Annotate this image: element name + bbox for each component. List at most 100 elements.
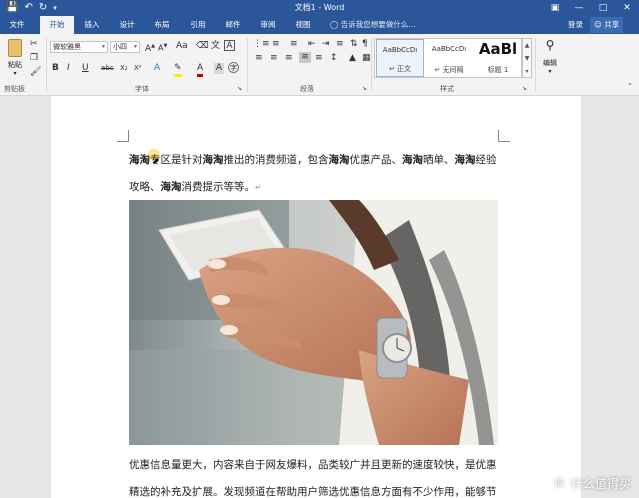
superscript-button[interactable]: X²	[134, 63, 142, 74]
paste-button[interactable]: 粘贴 ▾	[4, 37, 26, 77]
shrink-font-icon[interactable]: A▼	[158, 41, 167, 54]
more-icon[interactable]: ▾	[523, 65, 531, 78]
paste-label: 粘贴	[8, 61, 22, 69]
grow-font-icon[interactable]: A▲	[145, 41, 155, 55]
ribbon-display-icon[interactable]: ▣	[543, 0, 567, 16]
style-normal[interactable]: AaBbCcDı ↵ 正文	[376, 39, 424, 77]
style-preview: AaBbCcDı	[382, 46, 418, 54]
person-icon: ☺	[594, 20, 602, 29]
sort-icon[interactable]: ⇅	[350, 39, 358, 50]
tab-mailings[interactable]: 邮件	[219, 16, 247, 34]
divider	[535, 38, 536, 92]
phonetic-guide-icon[interactable]: 文	[211, 41, 220, 52]
numbering-icon[interactable]: ≡	[272, 39, 280, 50]
text-effects-icon[interactable]: A	[154, 63, 160, 74]
underline-button[interactable]: U	[82, 63, 89, 74]
enclose-char-circle-icon[interactable]: 字	[228, 62, 239, 73]
font-color-icon[interactable]: A	[197, 63, 204, 77]
tab-review[interactable]: 审阅	[254, 16, 282, 34]
document-photo[interactable]	[129, 200, 498, 445]
divider	[46, 38, 47, 92]
italic-button[interactable]: I	[67, 63, 70, 74]
lightbulb-icon: ◯	[330, 20, 339, 29]
highlight-color-icon[interactable]: ✎	[174, 63, 182, 77]
dialog-launcher-icon[interactable]: ↘	[522, 83, 527, 94]
change-case-icon[interactable]: Aa	[176, 41, 188, 52]
paragraph-line: 优惠信息量更大，内容来自于网友爆料，品类较广并且更新的速度较快，是优惠	[129, 459, 497, 471]
font-size-select[interactable]: 小四 ▾	[110, 41, 140, 53]
style-name: 标题 1	[487, 66, 509, 74]
align-center-icon[interactable]: ≡	[270, 53, 278, 64]
editing-label: 编辑	[543, 59, 557, 67]
font-size-value: 小四	[113, 43, 127, 51]
minimize-icon[interactable]: —	[567, 0, 591, 16]
chevron-down-icon[interactable]: ▼	[523, 52, 531, 65]
font-group-label: 字体	[135, 85, 149, 93]
chinese-layout-icon[interactable]: ≡	[336, 39, 344, 50]
paragraph-group-label: 段落	[300, 85, 314, 93]
window-controls: ▣ — □ ✕	[543, 0, 639, 16]
tab-design[interactable]: 设计	[113, 16, 141, 34]
chevron-down-icon: ▾	[101, 43, 105, 50]
watermark: 值 什么值得买	[550, 475, 631, 492]
share-label: 共享	[604, 20, 620, 29]
style-name: ↵ 无间隔	[434, 66, 464, 74]
tab-home[interactable]: 开始	[40, 16, 74, 34]
collapse-ribbon-icon[interactable]: ⌃	[627, 81, 633, 92]
font-name-value: 微软雅黑	[53, 43, 81, 51]
editing-button[interactable]: ⚲ 编辑 ▾	[539, 38, 561, 75]
decrease-indent-icon[interactable]: ⇤	[308, 39, 316, 50]
crop-mark	[117, 130, 129, 142]
paragraph-line: 海淘专区是针对海淘推出的消费频道，包含海淘优惠产品、海淘晒单、海淘经验	[129, 154, 497, 166]
style-preview: AaBbCcDı	[431, 45, 467, 53]
paragraph-line: 精选的补充及扩展。发现频道在帮助用户筛选优惠信息方面有不少作用，能够节	[129, 486, 497, 498]
character-shading-icon[interactable]: A	[214, 63, 224, 74]
show-marks-icon[interactable]: ¶	[362, 39, 368, 50]
chevron-down-icon: ▾	[133, 43, 137, 50]
login-button[interactable]: 登录	[568, 16, 583, 34]
dialog-launcher-icon[interactable]: ↘	[362, 83, 367, 94]
align-right-icon[interactable]: ≡	[285, 53, 293, 64]
ribbon: 粘贴 ▾ ✂ ❐ 🖌 剪贴板 微软雅黑 ▾ 小四 ▾ A▲ A▼ Aa ⌫ 文 …	[0, 34, 639, 96]
bold-button[interactable]: B	[52, 63, 59, 74]
divider	[371, 38, 372, 92]
distributed-icon[interactable]: ≡	[315, 53, 323, 64]
shading-icon[interactable]: ▲	[349, 53, 356, 64]
format-painter-icon[interactable]: 🖌	[30, 67, 41, 78]
share-button[interactable]: ☺ 共享	[590, 17, 624, 33]
clear-formatting-icon[interactable]: ⌫	[196, 41, 209, 52]
font-name-select[interactable]: 微软雅黑 ▾	[50, 41, 108, 53]
styles-scroll[interactable]: ▲ ▼ ▾	[522, 38, 532, 78]
tab-references[interactable]: 引用	[184, 16, 212, 34]
chevron-down-icon: ▾	[13, 70, 17, 77]
tab-insert[interactable]: 插入	[78, 16, 106, 34]
increase-indent-icon[interactable]: ⇥	[322, 39, 330, 50]
tab-layout[interactable]: 布局	[148, 16, 176, 34]
document-page[interactable]: 海淘专区是针对海淘推出的消费频道，包含海淘优惠产品、海淘晒单、海淘经验 攻略、海…	[51, 96, 581, 498]
borders-icon[interactable]: ▦	[362, 53, 371, 64]
search-icon: ⚲	[545, 38, 555, 52]
line-spacing-icon[interactable]: ↕	[330, 53, 338, 64]
enclose-character-icon[interactable]: A	[224, 40, 235, 51]
chevron-up-icon[interactable]: ▲	[523, 39, 531, 52]
clipboard-group-label: 剪贴板	[4, 85, 25, 93]
bullets-icon[interactable]: ⋮≡	[253, 39, 270, 50]
align-left-icon[interactable]: ≡	[255, 53, 263, 64]
tell-me-search[interactable]: ◯ 告诉我您想要做什么...	[330, 16, 415, 34]
subscript-button[interactable]: X₂	[120, 63, 128, 74]
style-no-spacing[interactable]: AaBbCcDı ↵ 无间隔	[425, 39, 473, 77]
tab-file[interactable]: 文件	[2, 16, 32, 34]
mouse-pointer-icon: ⬈	[152, 157, 160, 167]
cut-icon[interactable]: ✂	[30, 39, 38, 50]
justify-icon[interactable]: ≡	[299, 52, 311, 63]
maximize-icon[interactable]: □	[591, 0, 615, 16]
multilevel-list-icon[interactable]: ≡	[290, 39, 298, 50]
strikethrough-button[interactable]: abc	[101, 63, 114, 74]
dialog-launcher-icon[interactable]: ↘	[237, 83, 242, 94]
copy-icon[interactable]: ❐	[30, 53, 38, 64]
close-icon[interactable]: ✕	[615, 0, 639, 16]
phone-hands-photo	[129, 200, 498, 445]
tab-view[interactable]: 视图	[289, 16, 317, 34]
style-heading-1[interactable]: AaBl 标题 1	[474, 39, 522, 77]
watermark-logo: 值	[550, 475, 567, 492]
